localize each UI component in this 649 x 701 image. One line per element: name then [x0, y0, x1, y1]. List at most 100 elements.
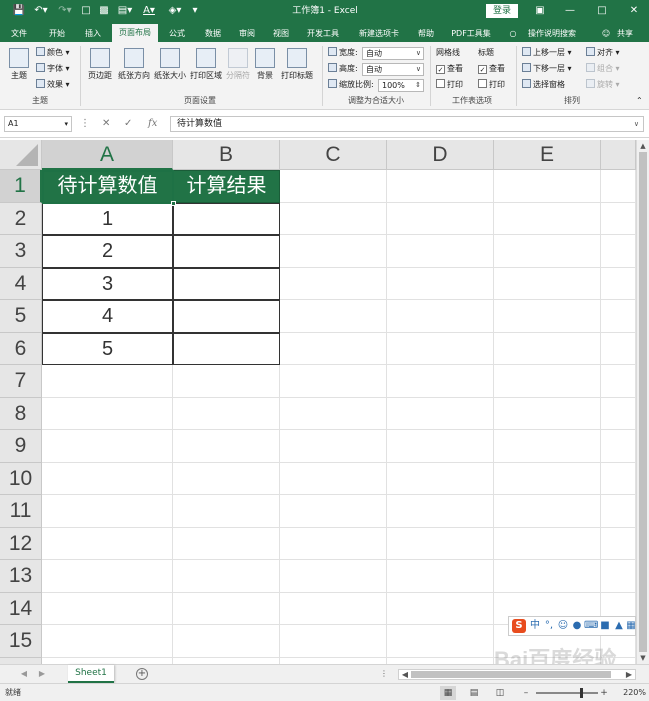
next-sheet-icon[interactable]: ▶ [36, 668, 48, 680]
row-header-3[interactable]: 3 [0, 235, 42, 268]
save-icon[interactable]: 💾 [12, 4, 26, 18]
breaks-button[interactable]: 分隔符 [224, 46, 252, 90]
print-preview-icon[interactable]: ▩ [98, 4, 110, 18]
cell-filler[interactable] [601, 495, 636, 528]
expand-formula-icon[interactable]: ∨ [634, 117, 639, 131]
column-header-filler[interactable] [601, 140, 636, 170]
normal-view-icon[interactable]: ▦ [440, 686, 456, 700]
cell-b5[interactable] [173, 300, 280, 333]
cell-d14[interactable] [387, 592, 494, 625]
add-sheet-icon[interactable]: + [136, 668, 148, 680]
horizontal-scroll-thumb[interactable] [411, 671, 611, 678]
zoom-slider-thumb[interactable] [579, 688, 583, 698]
punctuation-icon[interactable]: °, [542, 619, 556, 633]
cell-b4[interactable] [173, 267, 280, 300]
cell-a6[interactable]: 5 [42, 332, 173, 365]
zoom-slider[interactable] [536, 692, 598, 694]
more-options-icon[interactable]: ⋮ [378, 668, 390, 680]
cell-a8[interactable] [42, 397, 173, 430]
cell-e2[interactable] [494, 202, 601, 235]
cell-e8[interactable] [494, 397, 601, 430]
select-all-corner[interactable] [0, 140, 42, 170]
scale-stepper[interactable]: 100% ⇕ [378, 79, 424, 92]
cell-e7[interactable] [494, 365, 601, 398]
row-header-15[interactable]: 15 [0, 625, 42, 658]
cell-filler[interactable] [601, 300, 636, 333]
column-header-b[interactable]: B [173, 140, 280, 170]
page-size-button[interactable]: 纸张大小 [152, 46, 188, 90]
tab-review[interactable]: 审阅 [232, 25, 262, 42]
cell-e10[interactable] [494, 462, 601, 495]
cell-filler[interactable] [601, 527, 636, 560]
cell-a12[interactable] [42, 527, 173, 560]
skin-icon[interactable]: ■ [598, 619, 612, 633]
login-button[interactable]: 登录 [486, 4, 518, 18]
cell-a10[interactable] [42, 462, 173, 495]
sogou-s-icon[interactable]: S [512, 619, 526, 633]
enter-icon[interactable]: ✓ [124, 116, 132, 132]
print-area-button[interactable]: 打印区域 [188, 46, 224, 90]
cell-b9[interactable] [173, 430, 280, 463]
cell-b3[interactable] [173, 235, 280, 268]
cell-e12[interactable] [494, 527, 601, 560]
cell-e3[interactable] [494, 235, 601, 268]
scroll-left-icon[interactable]: ◀ [399, 669, 411, 681]
cell-filler[interactable] [601, 560, 636, 593]
cell-filler[interactable] [601, 332, 636, 365]
minimize-icon[interactable]: — [560, 3, 580, 19]
cell-filler[interactable] [601, 397, 636, 430]
cell-filler[interactable] [601, 170, 636, 203]
cell-filler[interactable] [601, 462, 636, 495]
cell-c15[interactable] [280, 625, 387, 658]
align-button[interactable]: 对齐 ▾ [586, 46, 620, 60]
row-header-12[interactable]: 12 [0, 527, 42, 560]
row-header-6[interactable]: 6 [0, 332, 42, 365]
cell-b1[interactable]: 计算结果 [173, 170, 280, 203]
tab-insert[interactable]: 插入 [78, 25, 108, 42]
cell-c3[interactable] [280, 235, 387, 268]
row-header-1[interactable]: 1 [0, 170, 42, 203]
prev-sheet-icon[interactable]: ◀ [18, 668, 30, 680]
cell-d7[interactable] [387, 365, 494, 398]
cell-b13[interactable] [173, 560, 280, 593]
cancel-icon[interactable]: ✕ [102, 116, 110, 132]
rotate-button[interactable]: 旋转 ▾ [586, 78, 620, 92]
cell-c5[interactable] [280, 300, 387, 333]
tab-formulas[interactable]: 公式 [162, 25, 192, 42]
cell-c8[interactable] [280, 397, 387, 430]
cell-d9[interactable] [387, 430, 494, 463]
row-header-10[interactable]: 10 [0, 462, 42, 495]
cell-e6[interactable] [494, 332, 601, 365]
theme-effects-button[interactable]: 效果 ▾ [36, 78, 70, 92]
tab-page-layout[interactable]: 页面布局 [112, 24, 158, 42]
keyboard-icon[interactable]: ⌨ [584, 619, 598, 633]
undo-icon[interactable]: ↶▾ [32, 4, 50, 18]
row-header-14[interactable]: 14 [0, 592, 42, 625]
headings-view-checkbox[interactable]: ✓ 查看 [478, 62, 505, 76]
cell-d8[interactable] [387, 397, 494, 430]
cell-c1[interactable] [280, 170, 387, 203]
tab-developer[interactable]: 开发工具 [302, 25, 344, 42]
cell-d4[interactable] [387, 267, 494, 300]
scroll-right-icon[interactable]: ▶ [623, 669, 635, 681]
ribbon-display-icon[interactable]: ▣ [530, 3, 550, 19]
row-header-4[interactable]: 4 [0, 267, 42, 300]
column-header-d[interactable]: D [387, 140, 494, 170]
column-header-a[interactable]: A [42, 140, 173, 170]
cell-d11[interactable] [387, 495, 494, 528]
cell-a2[interactable]: 1 [42, 202, 173, 235]
insert-function-icon[interactable]: fx [148, 116, 157, 132]
sheet-tab-sheet1[interactable]: Sheet1 [68, 665, 114, 683]
cell-b10[interactable] [173, 462, 280, 495]
selection-pane-button[interactable]: 选择窗格 [522, 78, 565, 92]
new-doc-icon[interactable]: □ [80, 4, 92, 18]
cell-c7[interactable] [280, 365, 387, 398]
theme-colors-button[interactable]: 颜色 ▾ [36, 46, 70, 60]
chinese-mode-icon[interactable]: 中 [528, 619, 542, 633]
orientation-button[interactable]: 纸张方向 [116, 46, 152, 90]
page-break-view-icon[interactable]: ◫ [492, 686, 508, 700]
tell-me-search[interactable]: 操作说明搜索 [522, 25, 582, 42]
row-header-11[interactable]: 11 [0, 495, 42, 528]
row-header-5[interactable]: 5 [0, 300, 42, 333]
cell-c12[interactable] [280, 527, 387, 560]
